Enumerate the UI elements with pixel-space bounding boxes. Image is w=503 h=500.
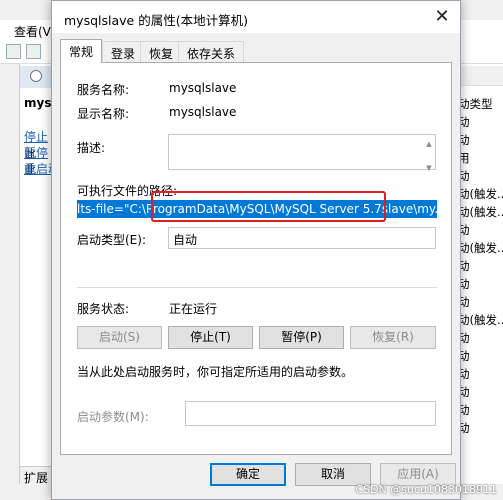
general-tab-panel: 服务名称: mysqlslave 显示名称: mysqlslave 描述: ▲ ▼… <box>60 62 452 455</box>
description-label: 描述: <box>77 141 106 155</box>
service-status-value: 正在运行 <box>169 302 218 316</box>
startup-type-column: 动类型 动 动 用 动 动(触发... 动(触发... 动 动(触发... 动 … <box>458 64 503 484</box>
tab-general[interactable]: 常规 <box>60 39 103 63</box>
chevron-down-icon: ⌄ <box>173 231 182 242</box>
description-field[interactable]: ▲ ▼ <box>168 134 436 172</box>
list-item: 动(触发... <box>458 313 503 327</box>
start-params-label: 启动参数(M): <box>77 410 149 424</box>
close-icon[interactable]: ✕ <box>432 7 452 27</box>
resume-button[interactable]: 恢复(R) <box>350 326 436 349</box>
tab-logon[interactable]: 登录 <box>102 41 145 62</box>
list-item: 动(触发... <box>458 205 503 219</box>
tab-extended[interactable]: 扩展 <box>24 469 48 486</box>
startup-type-label: 启动类型(E): <box>77 233 146 247</box>
dialog-titlebar[interactable]: mysqlslave 的属性(本地计算机) ✕ <box>52 1 460 33</box>
tab-dependencies[interactable]: 依存关系 <box>178 41 245 62</box>
service-icon <box>30 70 42 82</box>
list-item: 动(触发... <box>458 187 503 201</box>
list-item: 动类型 <box>458 97 493 111</box>
service-name-value: mysqlslave <box>169 81 237 95</box>
watermark: CSDN @sucu1083018911 <box>355 483 497 496</box>
dialog-title: mysqlslave 的属性(本地计算机) <box>64 13 248 28</box>
divider <box>77 287 437 288</box>
console-tree-edge <box>0 64 20 484</box>
startup-type-select[interactable]: 自动 ⌄ <box>168 227 436 249</box>
menu-view[interactable]: 查看(V) <box>14 23 56 40</box>
stop-service-link[interactable]: 停止 <box>24 130 48 144</box>
display-name-label: 显示名称: <box>77 107 130 121</box>
scroll-arrows-icon[interactable]: ▲ ▼ <box>425 138 433 174</box>
start-button[interactable]: 启动(S) <box>77 326 162 349</box>
back-icon[interactable] <box>6 44 21 59</box>
start-params-input[interactable] <box>185 401 436 426</box>
service-status-label: 服务状态: <box>77 302 130 316</box>
display-name-value: mysqlslave <box>169 105 237 119</box>
dialog-tabs: 常规 登录 恢复 依存关系 <box>60 39 452 63</box>
refresh-icon[interactable] <box>26 44 41 59</box>
start-params-hint: 当从此处启动服务时，你可指定所适用的启动参数。 <box>77 365 354 379</box>
pause-button[interactable]: 暂停(P) <box>259 326 344 349</box>
stop-button[interactable]: 停止(T) <box>168 326 253 349</box>
pause-service-link[interactable]: 暂停 <box>24 146 48 160</box>
service-properties-dialog: mysqlslave 的属性(本地计算机) ✕ 常规 登录 恢复 依存关系 服务… <box>51 0 461 500</box>
tab-recovery[interactable]: 恢复 <box>140 41 183 62</box>
service-name-label: 服务名称: <box>77 83 130 97</box>
highlight-annotation-box <box>151 191 386 222</box>
ok-button[interactable]: 确定 <box>210 463 286 486</box>
column-header[interactable] <box>458 66 503 86</box>
list-item: 动(触发... <box>458 241 503 255</box>
